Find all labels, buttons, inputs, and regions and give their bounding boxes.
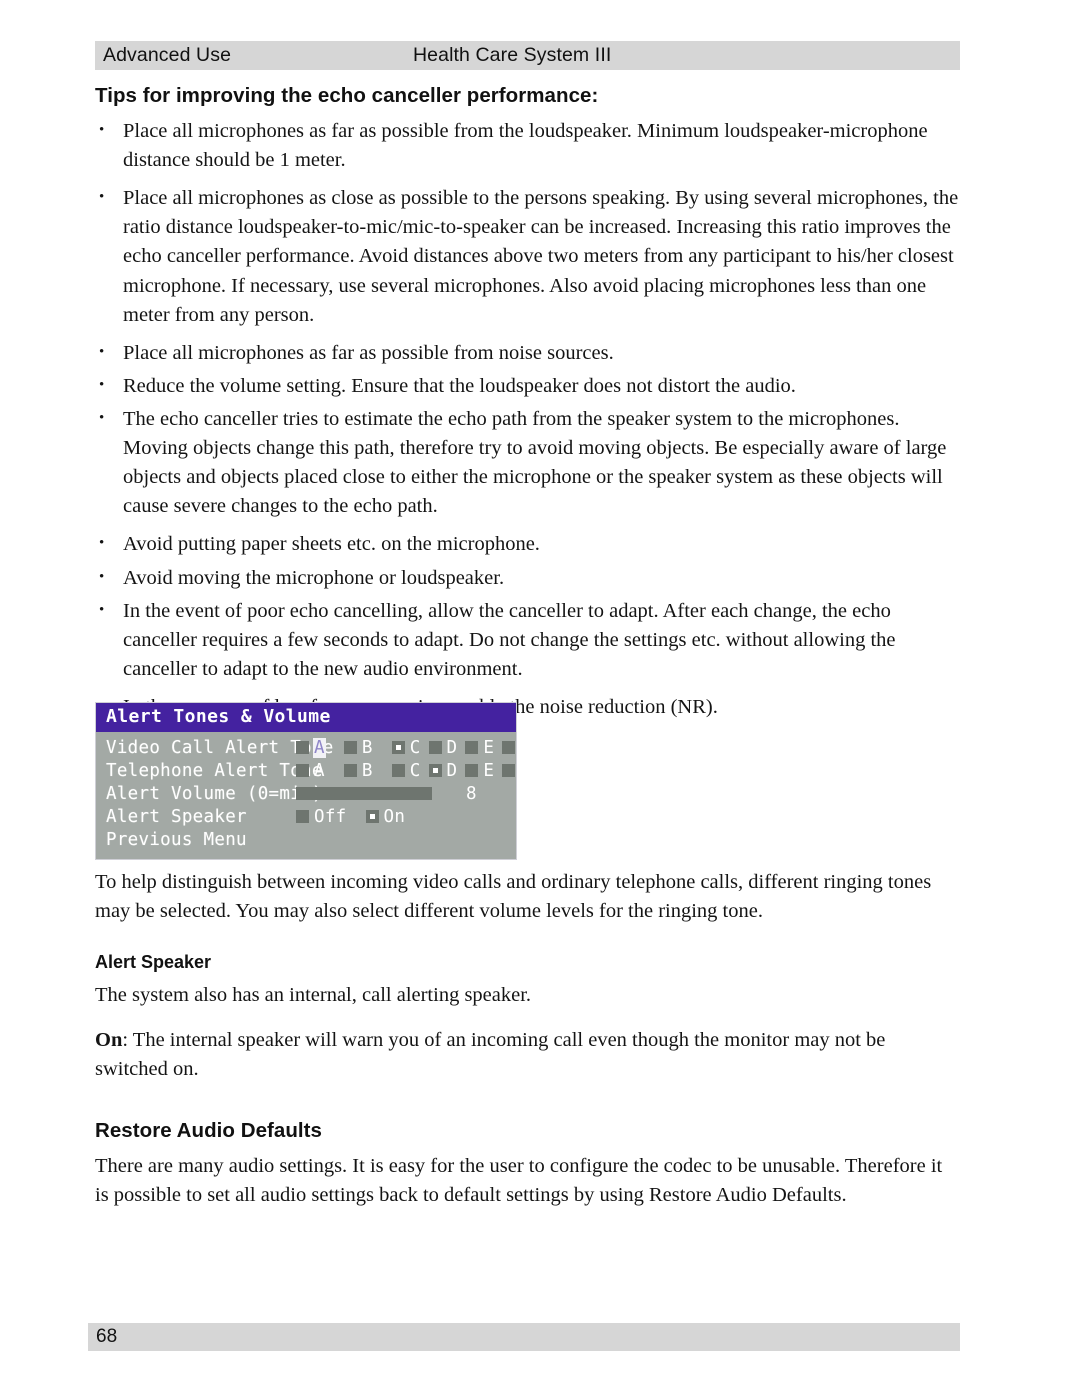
radio-box-icon — [343, 764, 357, 778]
restore-audio-defaults-paragraph: There are many audio settings. It is eas… — [95, 1154, 943, 1206]
osd-option-tel-b[interactable]: B — [343, 760, 374, 781]
radio-box-selected-icon — [365, 810, 379, 824]
alert-tones-paragraph: To help distinguish between incoming vid… — [95, 871, 932, 923]
radio-box-icon — [428, 741, 442, 755]
osd-option-label: E — [483, 737, 495, 758]
radio-box-icon — [296, 810, 309, 824]
osd-option-video-d[interactable]: D — [428, 737, 459, 758]
osd-option-tel-a[interactable]: A — [296, 761, 326, 781]
osd-menu-screenshot: Alert Tones & Volume Video Call Alert To… — [95, 702, 531, 861]
on-bold-label: On — [95, 1029, 123, 1052]
alert-volume-value: 8 — [466, 783, 477, 804]
osd-option-tel-e[interactable]: E — [465, 761, 495, 781]
page-content-lower: To help distinguish between incoming vid… — [95, 868, 960, 1226]
alert-speaker-on-paragraph: On: The internal speaker will warn you o… — [95, 1026, 960, 1084]
osd-option-label: A — [313, 737, 326, 758]
osd-option-label: B — [361, 760, 373, 781]
tips-heading: Tips for improving the echo canceller pe… — [95, 84, 599, 107]
osd-option-label: E — [483, 760, 495, 781]
osd-options-alert-speaker: Off On — [296, 807, 413, 827]
radio-box-selected-icon — [428, 764, 442, 778]
radio-box-icon — [296, 741, 309, 755]
alert-speaker-heading: Alert Speaker — [95, 952, 212, 973]
osd-title-bar: Alert Tones & Volume — [96, 703, 516, 733]
osd-option-tel-d[interactable]: D — [428, 760, 459, 781]
restore-audio-defaults-heading: Restore Audio Defaults — [95, 1118, 323, 1142]
osd-option-tel-f[interactable]: F — [502, 761, 532, 781]
running-header: Advanced Use Health Care System III — [95, 41, 960, 70]
osd-option-video-a[interactable]: A — [296, 737, 326, 758]
osd-option-label: Off — [314, 806, 347, 827]
osd-option-video-b[interactable]: B — [343, 737, 374, 758]
osd-row-video-call-alert-tone[interactable]: Video Call Alert Tone A B C D E F — [96, 736, 531, 759]
list-item: In the event of poor echo cancelling, al… — [95, 596, 960, 684]
list-item: Reduce the volume setting. Ensure that t… — [95, 371, 960, 401]
osd-option-video-e[interactable]: E — [465, 738, 495, 758]
on-description: : The internal speaker will warn you of … — [95, 1029, 886, 1081]
osd-row-previous-menu[interactable]: Previous Menu — [96, 828, 516, 851]
osd-label-telephone-alert-tone: Telephone Alert Tone — [106, 760, 323, 781]
page-content-upper: Tips for improving the echo canceller pe… — [95, 84, 960, 789]
list-item: Avoid putting paper sheets etc. on the m… — [95, 529, 960, 559]
radio-box-icon — [502, 764, 516, 778]
osd-option-label: A — [314, 760, 325, 781]
page-number: 68 — [96, 1326, 118, 1347]
radio-box-icon — [502, 741, 516, 755]
osd-row-telephone-alert-tone[interactable]: Telephone Alert Tone A B C D E F — [96, 759, 531, 782]
osd-row-alert-volume[interactable]: Alert Volume (0=min) 8 — [96, 782, 516, 805]
osd-row-alert-speaker[interactable]: Alert Speaker Off On — [96, 805, 516, 828]
osd-options-telephone-alert-tone: A B C D E F — [296, 761, 539, 781]
osd-option-label: B — [361, 737, 373, 758]
osd-option-tel-c[interactable]: C — [391, 760, 422, 781]
list-item: The echo canceller tries to estimate the… — [95, 404, 960, 521]
list-item: Place all microphones as far as possible… — [95, 338, 960, 368]
osd-menu-body: Video Call Alert Tone A B C D E F Teleph… — [96, 732, 531, 859]
osd-label-video-call-alert-tone: Video Call Alert Tone — [106, 737, 334, 758]
list-item: Avoid moving the microphone or loudspeak… — [95, 563, 960, 593]
radio-box-selected-icon — [391, 741, 405, 755]
radio-box-icon — [391, 764, 405, 778]
osd-option-label: On — [383, 806, 406, 827]
alert-volume-slider-wrap: 8 — [296, 784, 477, 804]
osd-option-video-f[interactable]: F — [502, 738, 532, 758]
radio-box-icon — [343, 741, 357, 755]
header-chapter-label: Advanced Use — [103, 44, 232, 66]
osd-option-label: C — [409, 737, 421, 758]
running-footer: 68 — [88, 1323, 960, 1351]
osd-label-alert-speaker: Alert Speaker — [106, 806, 247, 827]
osd-options-video-call-alert-tone: A B C D E F — [296, 737, 539, 758]
osd-option-label: D — [446, 760, 458, 781]
tips-bullet-list: Place all microphones as far as possible… — [95, 116, 960, 722]
alert-speaker-paragraph: The system also has an internal, call al… — [95, 984, 532, 1007]
osd-label-alert-volume: Alert Volume (0=min) — [106, 783, 323, 804]
osd-option-label: F — [520, 760, 532, 781]
alert-volume-slider[interactable] — [296, 787, 432, 801]
radio-box-icon — [465, 741, 479, 755]
osd-label-previous-menu: Previous Menu — [106, 829, 247, 850]
document-page: Advanced Use Health Care System III Tips… — [0, 0, 1080, 1397]
radio-box-icon — [465, 764, 479, 778]
osd-option-label: F — [520, 737, 532, 758]
osd-option-speaker-on[interactable]: On — [365, 806, 407, 827]
header-product-label: Health Care System III — [413, 44, 612, 66]
osd-option-label: D — [446, 737, 458, 758]
osd-option-speaker-off[interactable]: Off — [296, 807, 348, 827]
radio-box-icon — [296, 764, 309, 778]
osd-option-video-c[interactable]: C — [391, 737, 422, 758]
list-item: Place all microphones as close as possib… — [95, 183, 960, 330]
osd-option-label: C — [409, 760, 421, 781]
list-item: Place all microphones as far as possible… — [95, 116, 960, 175]
